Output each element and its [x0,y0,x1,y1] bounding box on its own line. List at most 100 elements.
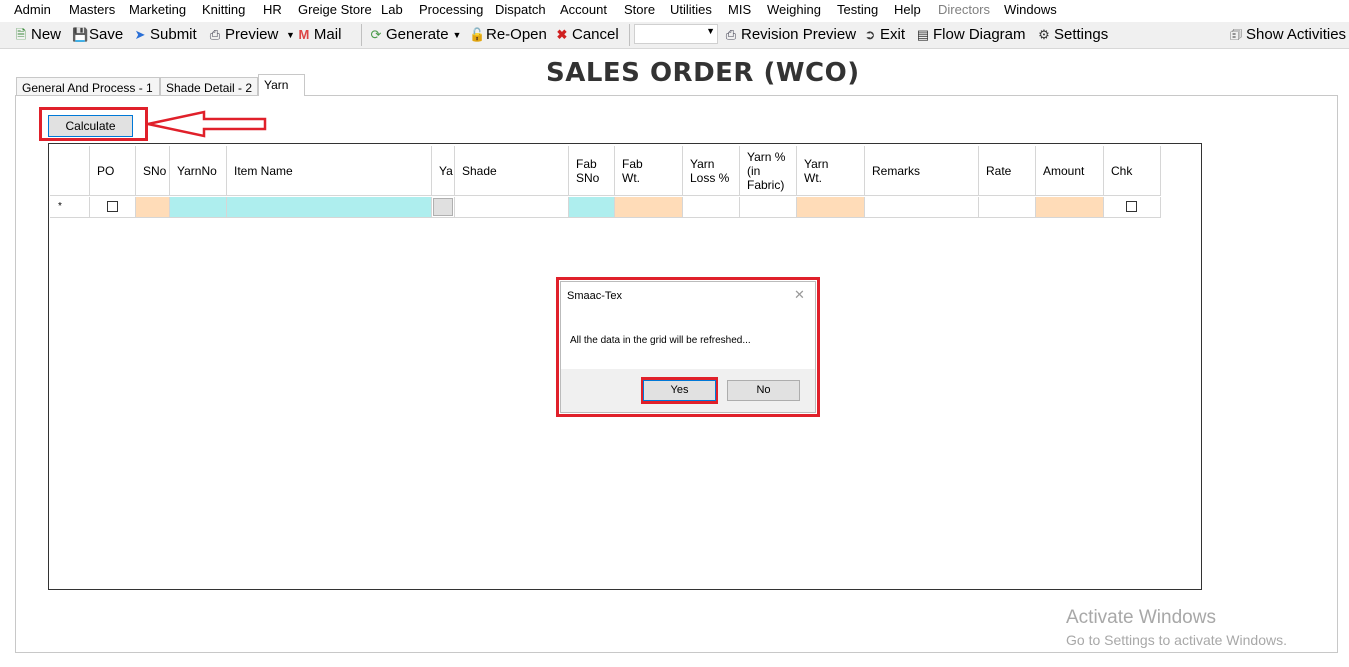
grid-cell-fab-sno[interactable] [569,197,615,218]
grid-header-label: Yarn Loss % [690,156,730,185]
grid-header[interactable]: Item Name [227,146,432,196]
grid-header[interactable]: Rate [979,146,1036,196]
gear-icon: ⚙ [1038,26,1050,42]
grid-cell-fab-wt[interactable] [615,197,683,218]
grid-header[interactable]: Ya [432,146,455,196]
menu-windows[interactable]: Windows [1004,2,1057,17]
gmail-icon: M [298,26,310,42]
grid-cell-sno[interactable] [136,197,170,218]
menu-knitting[interactable]: Knitting [202,2,245,17]
menu-lab[interactable]: Lab [381,2,403,17]
flow-diagram-icon: ▤ [916,26,930,42]
grid-header[interactable]: Yarn % (in Fabric) [740,146,797,196]
menu-store[interactable]: Store [624,2,655,17]
po-checkbox[interactable] [107,201,118,212]
new-button[interactable]: 🗎 New [14,26,61,43]
menu-processing[interactable]: Processing [419,2,483,17]
flow-diagram-button[interactable]: ▤ Flow Diagram [916,26,1026,43]
grid-header[interactable]: PO [90,146,136,196]
row-selector-new[interactable]: * [50,197,90,218]
save-disk-icon: 💾 [72,26,89,42]
grid-header[interactable]: Chk [1104,146,1161,196]
page-title: SALES ORDER (WCO) [546,58,860,88]
grid-cell-yarn-loss[interactable] [683,197,740,218]
grid-cell-po[interactable] [90,197,136,218]
unlock-icon: 🔓 [469,26,486,42]
menu-directors[interactable]: Directors [938,2,990,17]
submit-button[interactable]: ➤ Submit [133,26,197,43]
printer-icon: ⎙ [209,26,221,42]
dropdown-arrow-icon: ▼ [452,29,462,40]
generate-icon: ⟳ [370,26,382,42]
menu-help[interactable]: Help [894,2,921,17]
calculate-button[interactable]: Calculate [48,115,133,137]
menu-testing[interactable]: Testing [837,2,878,17]
grid-header[interactable]: YarnNo [170,146,227,196]
menu-greige-store[interactable]: Greige Store [298,2,372,17]
grid-cell-yarn-wt[interactable] [797,197,865,218]
menu-marketing[interactable]: Marketing [129,2,186,17]
settings-button[interactable]: ⚙ Settings [1037,26,1108,43]
menu-dispatch[interactable]: Dispatch [495,2,546,17]
chevron-down-icon: ▼ [706,26,715,36]
grid-cell-chk[interactable] [1104,197,1161,218]
activities-icon: 🗊 [1229,26,1243,42]
grid-header[interactable]: Yarn Wt. [797,146,865,196]
mail-button[interactable]: ▼ M Mail [286,26,341,43]
grid-header[interactable]: Remarks [865,146,979,196]
close-icon[interactable]: ✕ [794,287,805,303]
grid-cell-yarnno[interactable] [170,197,227,218]
tab-yarn[interactable]: Yarn [258,74,305,96]
grid-header[interactable]: Shade [455,146,569,196]
submit-label: Submit [150,26,197,43]
grid-cell-shade[interactable] [455,197,569,218]
mail-label: Mail [313,26,342,43]
revision-select[interactable]: ▼ [634,24,718,44]
menu-bar: Admin Masters Marketing Knitting HR Grei… [0,0,1349,20]
revision-preview-button[interactable]: ⎙ Revision Preview [724,26,856,43]
grid-header-label: Fab SNo [576,156,600,185]
grid-cell-remarks[interactable] [865,197,979,218]
tab-general-and-process[interactable]: General And Process - 1 [16,77,160,95]
grid-cell-ya[interactable] [432,197,455,218]
activate-windows-title: Activate Windows [1066,607,1216,628]
grid-cell-item-name[interactable] [227,197,432,218]
grid-cell-amount[interactable] [1036,197,1104,218]
ya-lookup-button[interactable] [433,198,453,216]
grid-cell-rate[interactable] [979,197,1036,218]
cancel-label: Cancel [572,26,619,43]
activate-windows-subtitle: Go to Settings to activate Windows. [1066,632,1287,648]
menu-mis[interactable]: MIS [728,2,751,17]
revision-preview-label: Revision Preview [741,26,857,43]
show-activities-button[interactable]: 🗊 Show Activities [1229,26,1346,43]
menu-utilities[interactable]: Utilities [670,2,712,17]
preview-button[interactable]: ⎙ Preview [208,26,279,43]
grid-header[interactable]: SNo [136,146,170,196]
menu-masters[interactable]: Masters [69,2,115,17]
tab-shade-detail[interactable]: Shade Detail - 2 [160,77,258,95]
grid-header[interactable]: Fab SNo [569,146,615,196]
save-button[interactable]: 💾 Save [72,26,123,43]
toolbar-separator [629,24,630,46]
grid-header[interactable]: Amount [1036,146,1104,196]
generate-button[interactable]: ⟳ Generate ▼ [369,26,462,43]
grid-header[interactable]: Fab Wt. [615,146,683,196]
cancel-button[interactable]: ✖ Cancel [555,26,619,43]
exit-icon: ➲ [864,26,876,42]
reopen-button[interactable]: 🔓 Re-Open [469,26,547,43]
exit-button[interactable]: ➲ Exit [863,26,905,43]
new-label: New [31,26,62,43]
menu-weighing[interactable]: Weighing [767,2,821,17]
grid-header[interactable]: Yarn Loss % [683,146,740,196]
yes-button[interactable]: Yes [643,380,716,401]
menu-admin[interactable]: Admin [14,2,51,17]
send-icon: ➤ [134,26,146,42]
toolbar: 🗎 New 💾 Save ➤ Submit ⎙ Preview ▼ M Mail ⟳ Gen… [0,22,1349,49]
menu-account[interactable]: Account [560,2,607,17]
chk-checkbox[interactable] [1126,201,1137,212]
grid-cell-yarn-percent[interactable] [740,197,797,218]
no-button[interactable]: No [727,380,800,401]
menu-hr[interactable]: HR [263,2,282,17]
printer-icon: ⎙ [725,26,737,42]
grid-header-row-selector [50,146,90,196]
